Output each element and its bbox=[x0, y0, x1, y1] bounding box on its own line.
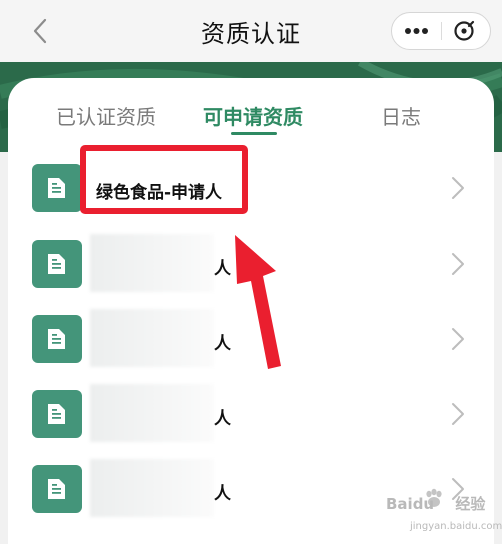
document-icon bbox=[48, 479, 65, 499]
document-icon bbox=[48, 404, 65, 424]
more-button[interactable] bbox=[392, 13, 441, 49]
list-item-label: 人 bbox=[214, 259, 231, 279]
chevron-right-icon bbox=[452, 177, 464, 199]
document-icon-badge bbox=[32, 390, 82, 438]
redacted-text bbox=[90, 234, 214, 292]
watermark-brand: Baidu 经验 bbox=[386, 493, 485, 517]
watermark-brand-text: Baidu bbox=[386, 495, 435, 513]
watermark-brand-suffix: 经验 bbox=[455, 495, 486, 513]
close-mini-program-button[interactable] bbox=[442, 13, 490, 49]
list-item-label: 人 bbox=[214, 484, 231, 504]
list-item-label: 人 bbox=[214, 334, 231, 354]
document-icon-badge bbox=[32, 164, 82, 212]
tab-verified-qualifications[interactable]: 已认证资质 bbox=[56, 101, 156, 130]
mini-program-capsule bbox=[391, 12, 491, 50]
close-circle-icon bbox=[454, 20, 475, 41]
list-item[interactable]: 人 bbox=[8, 376, 494, 451]
document-icon-badge bbox=[32, 315, 82, 363]
document-icon bbox=[48, 329, 65, 349]
highlight-box bbox=[80, 145, 248, 214]
list-item[interactable]: 人 bbox=[8, 301, 494, 376]
chevron-right-icon bbox=[452, 253, 464, 275]
document-icon-badge bbox=[32, 465, 82, 513]
document-icon bbox=[48, 254, 65, 274]
redacted-text bbox=[90, 309, 214, 367]
screen: 资质认证 已认证资质 可申请资质 日志 绿色食品-申请人 人 人 人 人 Bai… bbox=[0, 0, 502, 544]
active-tab-indicator bbox=[231, 132, 277, 135]
list-item-label: 人 bbox=[214, 409, 231, 429]
nav-bar: 资质认证 bbox=[0, 0, 502, 62]
redacted-text bbox=[90, 459, 214, 517]
more-dots-icon bbox=[405, 28, 428, 34]
redacted-text bbox=[90, 384, 214, 442]
chevron-right-icon bbox=[452, 328, 464, 350]
document-icon-badge bbox=[32, 240, 82, 288]
watermark-url: jingyan.baidu.com bbox=[410, 521, 502, 532]
chevron-right-icon bbox=[452, 403, 464, 425]
tab-applicable-qualifications[interactable]: 可申请资质 bbox=[203, 101, 303, 130]
tab-log[interactable]: 日志 bbox=[381, 101, 421, 130]
list-item[interactable]: 人 bbox=[8, 226, 494, 301]
document-icon bbox=[48, 178, 65, 198]
